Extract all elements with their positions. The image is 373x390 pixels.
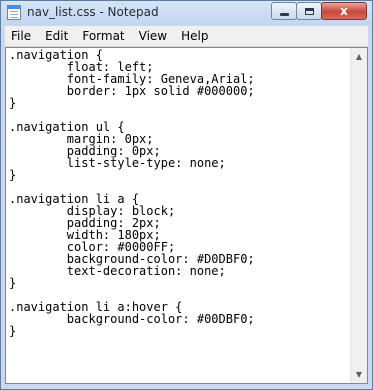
maximize-icon — [304, 7, 314, 15]
menu-bar: File Edit Format View Help — [5, 26, 368, 47]
chevron-down-icon: ▼ — [355, 370, 363, 379]
menu-edit[interactable]: Edit — [38, 26, 75, 46]
chevron-up-icon: ▲ — [355, 52, 363, 61]
maximize-button[interactable] — [296, 2, 322, 20]
vertical-scrollbar[interactable]: ▲ ▼ — [350, 48, 367, 383]
minimize-button[interactable] — [271, 2, 297, 20]
file-content[interactable]: .navigation { float: left; font-family: … — [6, 48, 350, 337]
close-button[interactable]: x — [321, 2, 367, 20]
notepad-app-icon — [7, 5, 21, 20]
scroll-down-button[interactable]: ▼ — [351, 366, 367, 383]
title-bar[interactable]: nav_list.css - Notepad x — [1, 1, 372, 25]
scroll-up-button[interactable]: ▲ — [351, 48, 367, 65]
menu-view[interactable]: View — [132, 26, 174, 46]
menu-file[interactable]: File — [5, 26, 38, 46]
text-editor: .navigation { float: left; font-family: … — [5, 47, 368, 384]
editor-text-area[interactable]: .navigation { float: left; font-family: … — [6, 48, 350, 383]
menu-help[interactable]: Help — [174, 26, 215, 46]
close-icon: x — [340, 4, 348, 18]
menu-format[interactable]: Format — [75, 26, 131, 46]
window-title: nav_list.css - Notepad — [27, 5, 159, 19]
notepad-window: nav_list.css - Notepad x File Edit Forma… — [0, 0, 373, 390]
minimize-icon — [279, 13, 289, 16]
